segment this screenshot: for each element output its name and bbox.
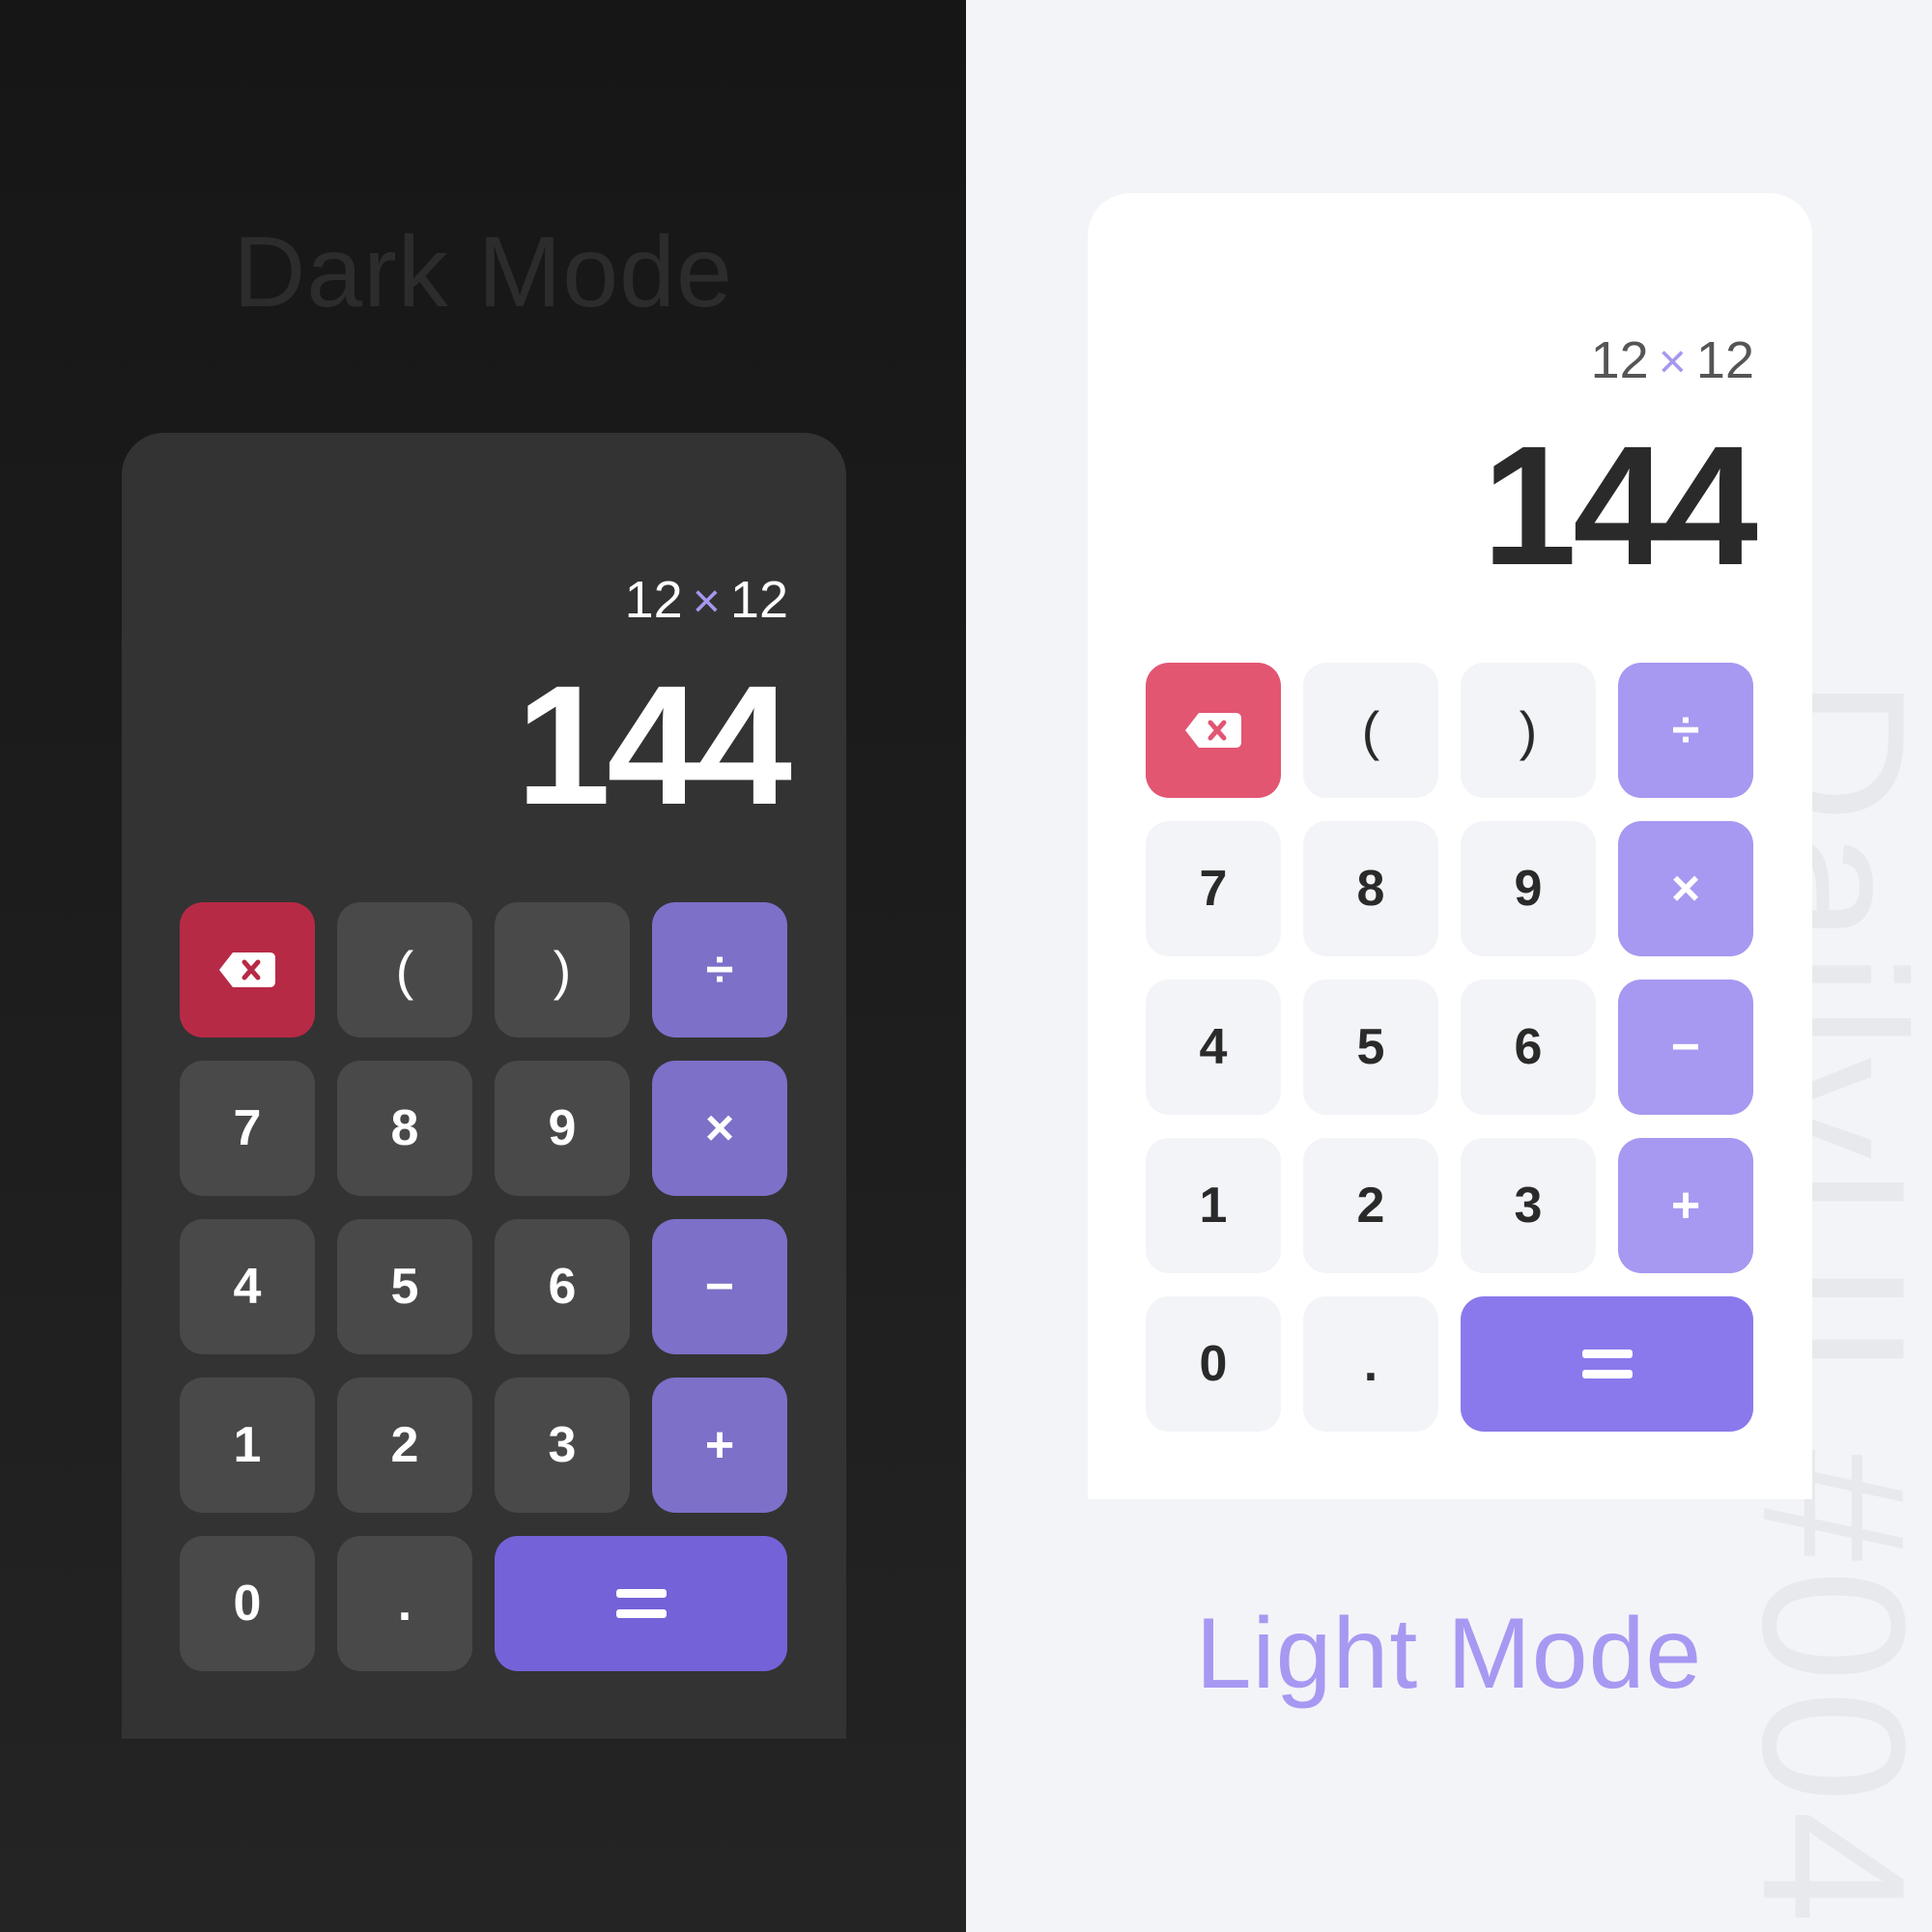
digit-8-button[interactable]: 8 (1303, 821, 1438, 956)
digit-9-button[interactable]: 9 (495, 1061, 630, 1196)
expression-left: 12 (1590, 331, 1649, 389)
divide-button[interactable]: ÷ (1618, 663, 1753, 798)
expression-display: 12 × 12 (1591, 334, 1754, 386)
minus-button[interactable]: − (652, 1219, 787, 1354)
expression-right: 12 (729, 571, 788, 629)
dot-button[interactable]: . (1303, 1296, 1438, 1432)
backspace-icon (1183, 711, 1243, 750)
light-calculator: 12 × 12 144 ( ) ÷ 7 8 9 × 4 5 6 − 1 2 3 … (1088, 193, 1812, 1499)
digit-0-button[interactable]: 0 (180, 1536, 315, 1671)
digit-3-button[interactable]: 3 (495, 1378, 630, 1513)
equals-button[interactable] (495, 1536, 787, 1671)
digit-4-button[interactable]: 4 (1146, 980, 1281, 1115)
dark-calculator: 12 × 12 144 ( ) ÷ 7 8 9 × 4 5 6 − 1 2 3 … (122, 433, 846, 1739)
keypad: ( ) ÷ 7 8 9 × 4 5 6 − 1 2 3 + 0 . (180, 902, 788, 1671)
digit-6-button[interactable]: 6 (1461, 980, 1596, 1115)
equals-button[interactable] (1461, 1296, 1753, 1432)
close-paren-button[interactable]: ) (1461, 663, 1596, 798)
digit-7-button[interactable]: 7 (180, 1061, 315, 1196)
equals-icon (614, 1587, 668, 1620)
delete-button[interactable] (180, 902, 315, 1037)
expression-right: 12 (1695, 331, 1754, 389)
equals-icon (1580, 1348, 1634, 1380)
open-paren-button[interactable]: ( (337, 902, 472, 1037)
divide-label: ÷ (705, 942, 734, 998)
delete-button[interactable] (1146, 663, 1281, 798)
digit-7-button[interactable]: 7 (1146, 821, 1281, 956)
result-display: 144 (1482, 412, 1758, 601)
expression-left: 12 (624, 571, 683, 629)
digit-5-button[interactable]: 5 (1303, 980, 1438, 1115)
digit-3-button[interactable]: 3 (1461, 1138, 1596, 1273)
plus-button[interactable]: + (1618, 1138, 1753, 1273)
digit-4-button[interactable]: 4 (180, 1219, 315, 1354)
expression-display: 12 × 12 (625, 574, 788, 626)
digit-1-button[interactable]: 1 (180, 1378, 315, 1513)
page: Dark Mode 12 × 12 144 ( ) ÷ 7 8 9 × 4 5 6 (0, 0, 1932, 1932)
minus-button[interactable]: − (1618, 980, 1753, 1115)
digit-2-button[interactable]: 2 (1303, 1138, 1438, 1273)
result-display: 144 (516, 651, 792, 840)
open-paren-label: ( (395, 939, 414, 1001)
plus-button[interactable]: + (652, 1378, 787, 1513)
expression-operator: × (692, 574, 721, 628)
divide-label: ÷ (1671, 702, 1700, 758)
dark-mode-heading: Dark Mode (233, 216, 733, 328)
multiply-button[interactable]: × (652, 1061, 787, 1196)
keypad: ( ) ÷ 7 8 9 × 4 5 6 − 1 2 3 + 0 . (1146, 663, 1754, 1432)
close-paren-label: ) (1519, 699, 1538, 761)
digit-0-button[interactable]: 0 (1146, 1296, 1281, 1432)
close-paren-button[interactable]: ) (495, 902, 630, 1037)
digit-6-button[interactable]: 6 (495, 1219, 630, 1354)
open-paren-label: ( (1361, 699, 1380, 761)
close-paren-label: ) (553, 939, 572, 1001)
backspace-icon (217, 951, 277, 989)
dot-button[interactable]: . (337, 1536, 472, 1671)
light-mode-heading: Light Mode (1195, 1598, 1703, 1710)
expression-operator: × (1658, 334, 1687, 388)
digit-1-button[interactable]: 1 (1146, 1138, 1281, 1273)
multiply-button[interactable]: × (1618, 821, 1753, 956)
digit-9-button[interactable]: 9 (1461, 821, 1596, 956)
divide-button[interactable]: ÷ (652, 902, 787, 1037)
digit-2-button[interactable]: 2 (337, 1378, 472, 1513)
digit-8-button[interactable]: 8 (337, 1061, 472, 1196)
open-paren-button[interactable]: ( (1303, 663, 1438, 798)
digit-5-button[interactable]: 5 (337, 1219, 472, 1354)
